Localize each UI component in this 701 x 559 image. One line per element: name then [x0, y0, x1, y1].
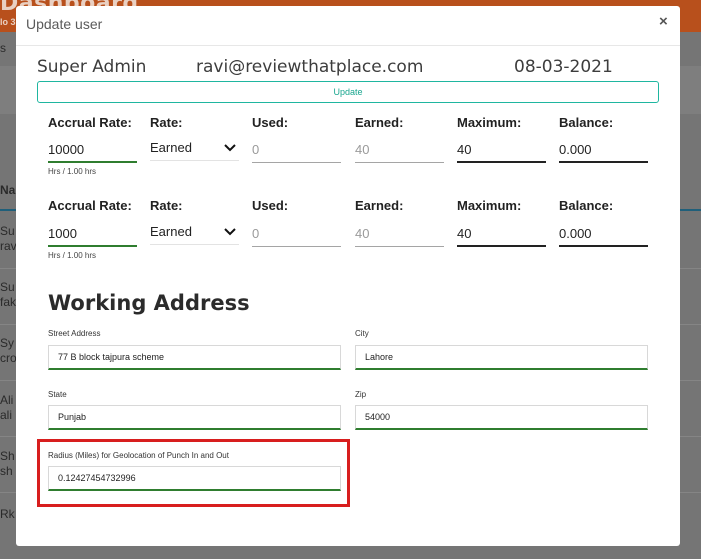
- update-button[interactable]: Update: [37, 81, 659, 103]
- background-row[interactable]: Su fak: [0, 280, 16, 310]
- rate-label: Rate:: [150, 115, 183, 130]
- earned-input[interactable]: 40: [355, 221, 444, 247]
- background-row[interactable]: Ali ali: [0, 393, 16, 423]
- background-column-header: Na: [0, 183, 16, 197]
- radius-highlight-box: [37, 439, 350, 507]
- modal-header: Update user ×: [16, 6, 680, 46]
- used-input[interactable]: 0: [252, 137, 341, 163]
- used-input[interactable]: 0: [252, 221, 341, 247]
- earned-input[interactable]: 40: [355, 137, 444, 163]
- rate-select-value: Earned: [150, 224, 192, 239]
- accrual-unit-note: Hrs / 1.00 hrs: [48, 167, 97, 176]
- street-address-label: Street Address: [48, 329, 101, 338]
- working-address-title: Working Address: [48, 291, 250, 315]
- user-date: 08-03-2021: [514, 57, 613, 77]
- background-row[interactable]: Sh sh: [0, 449, 16, 479]
- balance-label: Balance:: [559, 115, 614, 130]
- street-address-input[interactable]: 77 B block tajpura scheme: [48, 345, 341, 370]
- background-header-accent-right: [680, 209, 701, 211]
- city-input[interactable]: Lahore: [355, 345, 648, 370]
- maximum-input[interactable]: 40: [457, 221, 546, 247]
- earned-label: Earned:: [355, 198, 404, 213]
- user-email: ravi@reviewthatplace.com: [196, 57, 424, 77]
- accrual-rate-input[interactable]: 1000: [48, 221, 137, 247]
- used-label: Used:: [252, 115, 289, 130]
- chevron-down-icon: [224, 144, 236, 152]
- accrual-rate-label: Accrual Rate:: [48, 115, 132, 130]
- background-row[interactable]: Rk: [0, 507, 16, 522]
- background-brand-sub: lo 3: [0, 17, 16, 27]
- background-nav-fragment: s: [0, 41, 6, 55]
- state-label: State: [48, 390, 67, 399]
- city-label: City: [355, 329, 369, 338]
- close-icon[interactable]: ×: [659, 13, 668, 30]
- zip-label: Zip: [355, 390, 367, 399]
- state-input[interactable]: Punjab: [48, 405, 341, 430]
- accrual-unit-note: Hrs / 1.00 hrs: [48, 251, 97, 260]
- background-row[interactable]: Su rav: [0, 224, 16, 254]
- accrual-rate-label: Accrual Rate:: [48, 198, 132, 213]
- accrual-rate-input[interactable]: 10000: [48, 137, 137, 163]
- zip-input[interactable]: 54000: [355, 405, 648, 430]
- balance-input[interactable]: 0.000: [559, 137, 648, 163]
- maximum-label: Maximum:: [457, 198, 522, 213]
- used-label: Used:: [252, 198, 289, 213]
- user-role: Super Admin: [37, 57, 147, 77]
- background-header-accent: [0, 209, 16, 211]
- background-row[interactable]: Sy cro: [0, 336, 16, 366]
- rate-select-value: Earned: [150, 140, 192, 155]
- balance-input[interactable]: 0.000: [559, 221, 648, 247]
- modal-title: Update user: [26, 16, 103, 32]
- maximum-input[interactable]: 40: [457, 137, 546, 163]
- maximum-label: Maximum:: [457, 115, 522, 130]
- rate-label: Rate:: [150, 198, 183, 213]
- earned-label: Earned:: [355, 115, 404, 130]
- update-user-modal: Update user × Super Admin ravi@reviewtha…: [16, 6, 680, 546]
- chevron-down-icon: [224, 228, 236, 236]
- balance-label: Balance:: [559, 198, 614, 213]
